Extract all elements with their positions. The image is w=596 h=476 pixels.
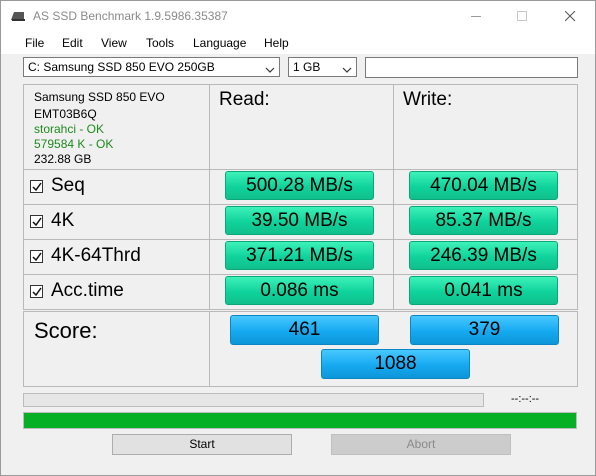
write-result: 246.39 MB/s	[409, 241, 558, 270]
test-label-cell: Acc.time	[23, 274, 210, 310]
test-checkbox-1[interactable]: Seq	[30, 175, 85, 197]
drive-info-panel: Samsung SSD 850 EVO EMT03B6Q storahci - …	[23, 84, 210, 170]
write-column-header: Write:	[403, 89, 453, 110]
close-icon	[565, 11, 576, 22]
score-label: Score:	[34, 318, 98, 343]
total-score: 1088	[321, 349, 470, 379]
write-result: 85.37 MB/s	[409, 206, 558, 235]
write-result: 0.041 ms	[409, 276, 558, 305]
test-label-cell: 4K	[23, 204, 210, 240]
test-name: 4K	[51, 210, 75, 231]
checkbox-icon[interactable]	[30, 284, 43, 298]
score-label-cell: Score:	[23, 311, 210, 387]
elapsed-time: --:--:--	[511, 393, 540, 405]
test-label-cell: 4K-64Thrd	[23, 239, 210, 275]
read-result: 0.086 ms	[225, 276, 374, 305]
chevron-down-icon	[342, 63, 352, 77]
overall-progress-bar	[23, 412, 577, 429]
window-title: AS SSD Benchmark 1.9.5986.35387	[33, 9, 228, 23]
test-checkbox-3[interactable]: 4K-64Thrd	[30, 245, 141, 267]
app-window: AS SSD Benchmark 1.9.5986.35387 File Edi…	[0, 0, 596, 476]
read-column-header: Read:	[219, 89, 270, 110]
menu-help[interactable]: Help	[264, 36, 289, 50]
maximize-button[interactable]	[499, 1, 545, 32]
write-header-cell: Write:	[393, 84, 578, 170]
drive-select-value: C: Samsung SSD 850 EVO 250GB	[28, 60, 215, 74]
read-result: 39.50 MB/s	[225, 206, 374, 235]
menu-edit[interactable]: Edit	[62, 36, 83, 50]
size-select-value: 1 GB	[293, 60, 321, 74]
menu-view[interactable]: View	[101, 36, 127, 50]
test-progress-bar	[23, 393, 484, 407]
drive-select[interactable]: C: Samsung SSD 850 EVO 250GB	[23, 57, 280, 77]
checkbox-icon[interactable]	[30, 214, 43, 228]
write-result: 470.04 MB/s	[409, 171, 558, 200]
size-select[interactable]: 1 GB	[288, 57, 357, 77]
name-input[interactable]	[365, 57, 578, 78]
test-checkbox-2[interactable]: 4K	[30, 210, 74, 232]
close-button[interactable]	[547, 1, 593, 32]
test-name: Seq	[51, 175, 85, 196]
start-button[interactable]: Start	[112, 434, 292, 455]
read-header-cell: Read:	[209, 84, 394, 170]
checkbox-icon[interactable]	[30, 249, 43, 263]
app-icon	[10, 10, 26, 22]
menu-bar: File Edit View Tools Language Help	[1, 32, 595, 54]
menu-language[interactable]: Language	[193, 36, 246, 50]
menu-file[interactable]: File	[25, 36, 44, 50]
test-name: 4K-64Thrd	[51, 245, 141, 266]
minimize-icon	[471, 16, 481, 17]
read-score: 461	[230, 315, 379, 345]
driver-status: storahci - OK	[34, 122, 105, 136]
test-label-cell: Seq	[23, 169, 210, 205]
drive-firmware: EMT03B6Q	[34, 107, 97, 121]
chevron-down-icon	[265, 63, 275, 77]
menu-tools[interactable]: Tools	[146, 36, 174, 50]
drive-capacity: 232.88 GB	[34, 152, 92, 166]
alignment-status: 579584 K - OK	[34, 137, 114, 151]
title-bar: AS SSD Benchmark 1.9.5986.35387	[1, 1, 595, 32]
minimize-button[interactable]	[453, 1, 499, 32]
test-name: Acc.time	[51, 280, 124, 301]
maximize-icon	[517, 11, 527, 21]
checkbox-icon[interactable]	[30, 179, 43, 193]
test-checkbox-4[interactable]: Acc.time	[30, 280, 124, 302]
overall-progress-fill	[24, 413, 576, 428]
abort-button[interactable]: Abort	[331, 434, 511, 455]
drive-model: Samsung SSD 850 EVO	[34, 90, 165, 104]
read-result: 500.28 MB/s	[225, 171, 374, 200]
read-result: 371.21 MB/s	[225, 241, 374, 270]
write-score: 379	[410, 315, 559, 345]
